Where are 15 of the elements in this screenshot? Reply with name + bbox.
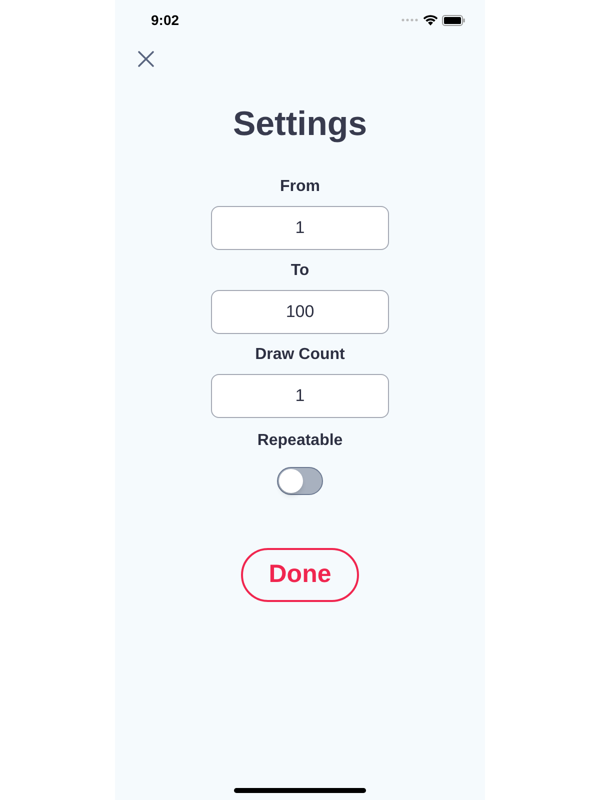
field-label: To — [290, 261, 310, 281]
battery-icon — [442, 14, 465, 26]
field-label: From — [280, 177, 320, 197]
number-field[interactable]: 1 — [211, 374, 389, 418]
page-title: Settings — [232, 104, 368, 144]
wifi-icon — [423, 14, 438, 26]
number-field[interactable]: 1 — [211, 206, 389, 250]
done-button[interactable]: Done — [241, 548, 359, 602]
number-field[interactable]: 100 — [211, 290, 389, 334]
close-icon[interactable] — [137, 50, 155, 68]
status-time: 9:02 — [151, 10, 180, 30]
toggle-switch[interactable] — [277, 467, 323, 495]
signal-icon — [401, 18, 419, 22]
field-label: Draw Count — [255, 345, 345, 365]
toggle-label: Repeatable — [257, 431, 343, 451]
